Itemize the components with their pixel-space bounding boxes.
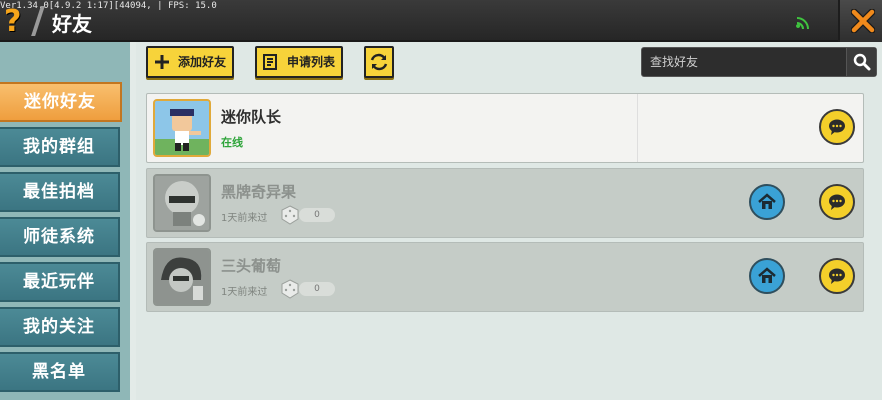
add-friend-button[interactable]: 添加好友 [146,46,234,78]
row-divider [637,94,638,162]
page-title: 好友 [52,14,92,36]
dice-icon [281,205,299,225]
chat-bubble-icon [829,119,845,135]
search-box [641,47,877,77]
request-list-button[interactable]: 申请列表 [255,46,343,78]
avatar-image [155,250,209,304]
visit-home-button[interactable] [749,184,785,220]
friend-name: 黑牌奇异果 [221,184,297,201]
sidebar: 迷你好友 我的群组 最佳拍档 师徒系统 最近玩伴 我的关注 黑名单 [0,42,130,400]
debug-overlay: Ver1.34.0[4.9.2 1:17][44094, | FPS: 15.0 [0,1,217,11]
dice-icon [281,279,299,299]
count-badge: 0 [299,282,335,296]
count-badge: 0 [299,208,335,222]
sidebar-item-recent-players[interactable]: 最近玩伴 [0,262,120,302]
close-button[interactable] [838,0,882,42]
list-icon [263,54,277,70]
chat-bubble-icon [829,194,845,210]
avatar[interactable] [153,99,211,157]
avatar-image [155,176,209,230]
plus-icon [155,55,169,69]
sidebar-item-following[interactable]: 我的关注 [0,307,120,347]
home-icon [758,193,776,209]
chat-button[interactable] [819,184,855,220]
friend-name: 三头葡萄 [221,258,282,275]
friend-row[interactable]: 迷你队长 在线 [146,93,864,163]
search-input[interactable] [642,48,846,76]
sidebar-item-best-partner[interactable]: 最佳拍档 [0,172,120,212]
help-button[interactable]: ? [4,6,30,38]
search-button[interactable] [846,48,876,76]
sidebar-item-mentor-system[interactable]: 师徒系统 [0,217,120,257]
chat-button[interactable] [819,109,855,145]
top-bar: Ver1.34.0[4.9.2 1:17][44094, | FPS: 15.0… [0,0,882,42]
add-friend-label: 添加好友 [178,55,227,69]
sidebar-item-my-groups[interactable]: 我的群组 [0,127,120,167]
avatar[interactable] [153,248,211,306]
chat-button[interactable] [819,258,855,294]
avatar-image [155,101,209,155]
chat-bubble-icon [829,268,845,284]
home-icon [758,267,776,283]
refresh-icon [370,53,388,71]
online-status: 在线 [221,136,243,149]
avatar[interactable] [153,174,211,232]
request-list-label: 申请列表 [287,55,336,69]
refresh-button[interactable] [364,46,394,78]
close-icon [851,9,875,33]
friend-row[interactable]: 黑牌奇异果 1天前来过 0 [146,168,864,238]
sidebar-item-blacklist[interactable]: 黑名单 [0,352,120,392]
last-seen-text: 1天前来过 [221,287,268,298]
sidebar-item-mini-friends[interactable]: 迷你好友 [0,82,122,122]
visit-home-button[interactable] [749,258,785,294]
friend-name: 迷你队长 [221,109,282,126]
friends-panel: 添加好友 申请列表 查找好友 迷你队长 在线 黑牌奇异果 1天前来过 0 三头葡… [136,42,882,400]
friend-row[interactable]: 三头葡萄 1天前来过 0 [146,242,864,312]
search-icon [853,53,871,71]
signal-icon [796,17,809,30]
last-seen-text: 1天前来过 [221,213,268,224]
